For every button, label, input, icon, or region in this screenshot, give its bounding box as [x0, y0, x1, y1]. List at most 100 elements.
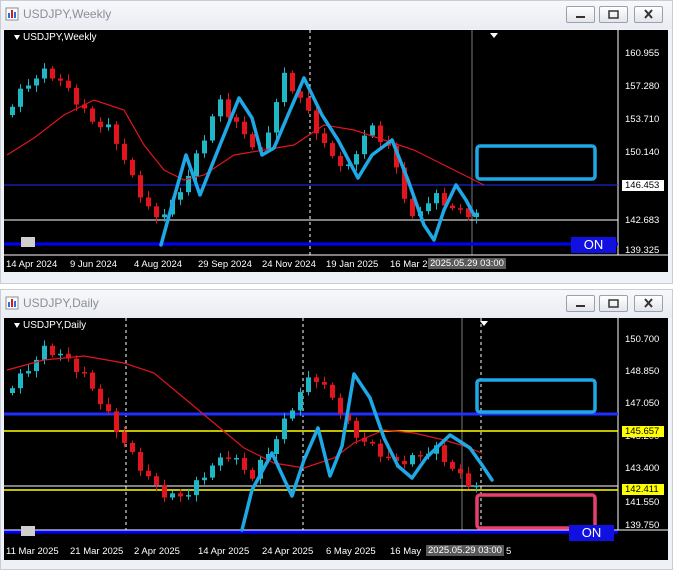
- daily-candle-body: [314, 377, 319, 383]
- daily-candle-body: [370, 441, 375, 444]
- daily-candle-body: [458, 468, 463, 474]
- weekly-time-label: 19 Jan 2025: [326, 259, 379, 270]
- daily-price-tick: 141.550: [625, 497, 660, 508]
- weekly-price-tick: 139.325: [625, 245, 660, 256]
- daily-time-label: 14 Apr 2025: [198, 546, 250, 557]
- daily-title-bar[interactable]: USDJPY,Daily: [1, 290, 672, 318]
- weekly-candle-body: [26, 85, 31, 89]
- weekly-candle-body: [74, 87, 79, 105]
- daily-window-title: USDJPY,Daily: [23, 296, 99, 310]
- daily-candle-body: [106, 404, 111, 412]
- daily-candle-body: [194, 480, 199, 496]
- daily-chart-area[interactable]: USDJPY,Daily 150.700 148.850 147.050 145…: [4, 318, 668, 560]
- daily-candle-body: [450, 461, 455, 469]
- weekly-candle-body: [50, 68, 55, 79]
- daily-candle-body: [410, 455, 415, 465]
- close-button[interactable]: [634, 295, 663, 312]
- weekly-on-button[interactable]: ON: [571, 237, 616, 253]
- daily-candle-body: [274, 439, 279, 454]
- weekly-candle-body: [90, 108, 95, 122]
- daily-candle-body: [466, 473, 471, 487]
- weekly-candle-body: [338, 155, 343, 167]
- daily-candle-body: [250, 469, 255, 479]
- weekly-candle-body: [210, 116, 215, 141]
- weekly-candle-body: [138, 175, 143, 198]
- weekly-candle-body: [434, 193, 439, 204]
- daily-time-label: 24 Apr 2025: [262, 546, 314, 557]
- daily-time-label: 11 Mar 2025: [6, 546, 59, 557]
- weekly-candle-body: [130, 159, 135, 176]
- daily-lower-target-box[interactable]: [475, 493, 597, 530]
- daily-candle-body: [82, 372, 87, 374]
- minimize-button[interactable]: [566, 6, 595, 23]
- daily-time-label: 16 May: [390, 546, 422, 557]
- daily-candle-body: [378, 443, 383, 457]
- daily-candle-body: [282, 418, 287, 440]
- weekly-candle-body: [274, 102, 279, 133]
- daily-candle-body: [186, 495, 191, 497]
- daily-on-button[interactable]: ON: [569, 525, 614, 541]
- daily-candle-body: [242, 457, 247, 470]
- daily-chart-window: USDJPY,Daily USDJPY,Daily 150.700 148.85…: [0, 289, 673, 570]
- weekly-candle-body: [290, 72, 295, 92]
- chart-position-icon[interactable]: [21, 526, 35, 536]
- daily-candle-body: [122, 431, 127, 443]
- daily-candle-body: [170, 493, 175, 498]
- daily-time-label: 2 Apr 2025: [134, 546, 180, 557]
- weekly-candle-body: [34, 78, 39, 86]
- daily-upper-target-box[interactable]: [475, 378, 597, 414]
- weekly-candle-body: [250, 134, 255, 148]
- weekly-candle-body: [362, 135, 367, 155]
- weekly-candle-body: [322, 133, 327, 144]
- daily-candle-body: [146, 470, 151, 477]
- daily-plot[interactable]: [4, 318, 668, 560]
- weekly-price-tick: 150.140: [625, 147, 660, 158]
- restore-button[interactable]: [599, 295, 628, 312]
- daily-candle-body: [178, 493, 183, 497]
- weekly-title-bar[interactable]: USDJPY,Weekly: [1, 1, 672, 29]
- weekly-candle-body: [10, 106, 15, 115]
- weekly-candle-body: [242, 121, 247, 135]
- daily-candle-body: [58, 353, 63, 356]
- weekly-plot[interactable]: [4, 30, 668, 272]
- chart-position-icon[interactable]: [21, 237, 35, 247]
- weekly-candle-body: [122, 143, 127, 160]
- daily-last-price-badge: 142.411: [622, 484, 664, 495]
- daily-candle-body: [50, 345, 55, 356]
- chart-window-icon: [5, 7, 19, 21]
- weekly-time-label: 16 Mar 20: [390, 259, 433, 270]
- weekly-chart-window: USDJPY,Weekly USDJPY,Weekly 160.955 157.…: [0, 0, 673, 284]
- daily-candle-body: [18, 373, 23, 389]
- daily-candle-body: [218, 457, 223, 466]
- close-button[interactable]: [634, 6, 663, 23]
- daily-trend-annotation: [240, 372, 494, 532]
- daily-candle-body: [290, 410, 295, 419]
- weekly-chart-area[interactable]: USDJPY,Weekly 160.955 157.280 153.710 15…: [4, 30, 668, 272]
- daily-candle-body: [130, 442, 135, 452]
- daily-candle-body: [210, 465, 215, 478]
- weekly-candle-body: [218, 99, 223, 117]
- daily-price-tick: 143.400: [625, 463, 660, 474]
- daily-candle-body: [386, 456, 391, 459]
- daily-candle-body: [42, 345, 47, 360]
- minimize-button[interactable]: [566, 295, 595, 312]
- weekly-last-price-badge: 142.683: [622, 215, 664, 226]
- weekly-candle-body: [178, 192, 183, 200]
- weekly-shift-marker-icon[interactable]: [490, 33, 498, 38]
- weekly-candle-body: [266, 132, 271, 150]
- weekly-candle-body: [18, 88, 23, 107]
- daily-price-tick: 147.050: [625, 398, 660, 409]
- daily-candle-body: [330, 384, 335, 398]
- weekly-target-box[interactable]: [475, 144, 597, 181]
- restore-button[interactable]: [599, 6, 628, 23]
- daily-candle-body: [442, 445, 447, 462]
- daily-candle-body: [90, 372, 95, 389]
- daily-candle-body: [138, 451, 143, 471]
- weekly-window-title: USDJPY,Weekly: [23, 7, 112, 21]
- weekly-candle-body: [98, 121, 103, 128]
- daily-candle-body: [298, 392, 303, 411]
- weekly-time-label: 9 Jun 2024: [70, 259, 118, 270]
- weekly-time-label: 4 Aug 2024: [134, 259, 183, 270]
- daily-candle-body: [10, 388, 15, 393]
- daily-time-label: 21 Mar 2025: [70, 546, 124, 557]
